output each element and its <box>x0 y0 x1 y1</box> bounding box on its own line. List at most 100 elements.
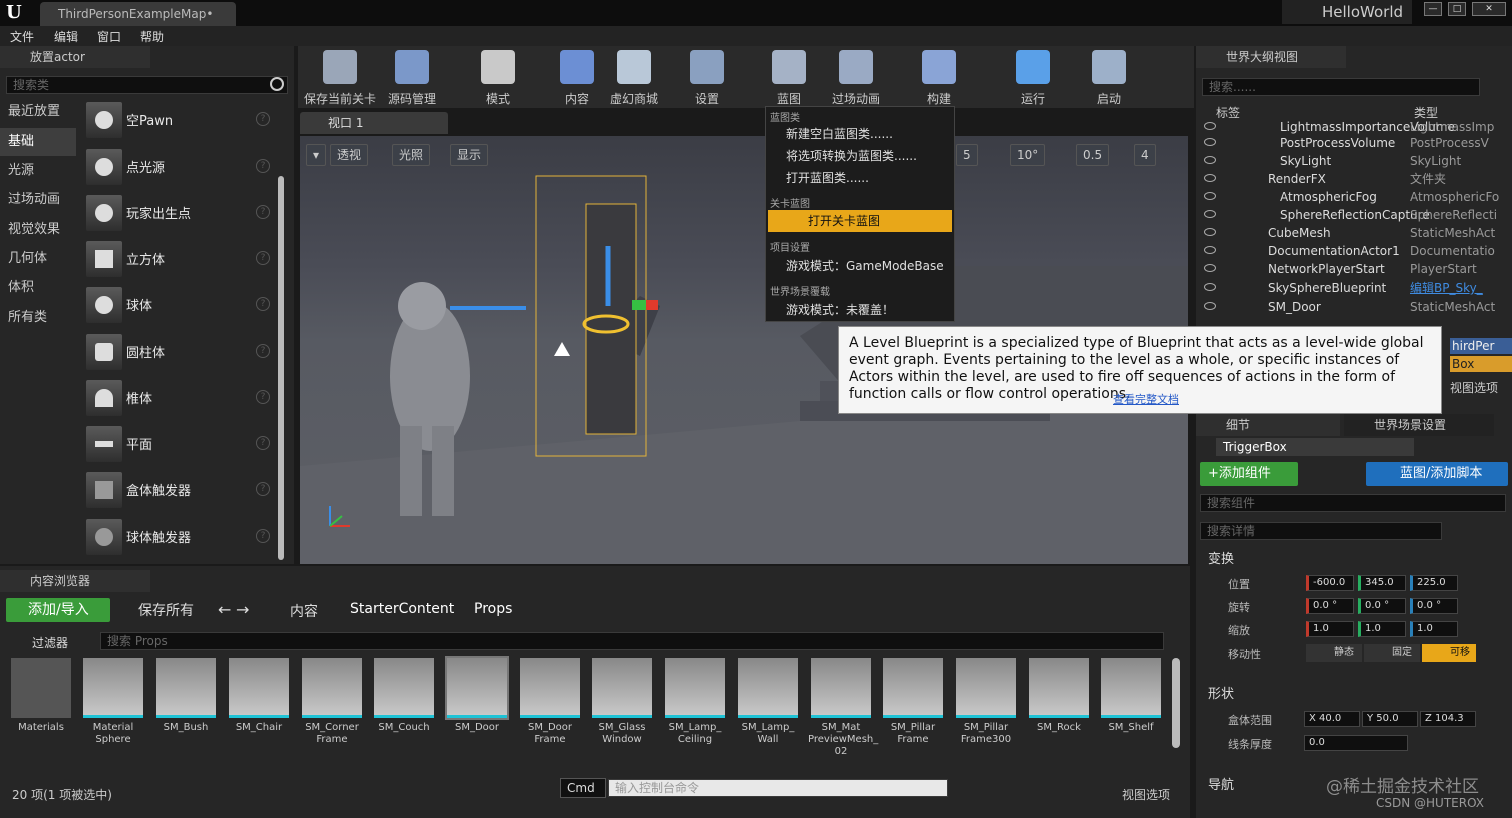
place-actor-tab[interactable]: 放置actor <box>0 46 150 68</box>
camera-speed-value[interactable]: 4 <box>1134 144 1156 166</box>
cmd-dropdown[interactable]: Cmd <box>560 778 606 798</box>
rotation-snap-value[interactable]: 10° <box>1010 144 1046 166</box>
convert-to-blueprint-item[interactable]: 将选项转换为蓝图类...... <box>768 145 952 167</box>
asset-tile-selected[interactable]: SM_Door <box>444 656 510 734</box>
cinematics-button[interactable]: 过场动画 <box>826 46 886 108</box>
mobility-movable-option[interactable]: 可移 <box>1422 644 1476 662</box>
world-outliner-tab[interactable]: 世界大纲视图 <box>1196 46 1346 68</box>
gamemode-item[interactable]: 游戏模式：GameModeBase <box>768 255 952 277</box>
menu-file[interactable]: 文件 <box>10 28 34 45</box>
lit-button[interactable]: 光照 <box>392 144 431 166</box>
viewport-tab[interactable]: 视口 1 <box>300 112 448 134</box>
actor-point-light[interactable]: 点光源? <box>82 145 278 189</box>
asset-tile[interactable]: SM_Corner Frame <box>299 658 365 746</box>
help-icon[interactable]: ? <box>256 159 270 173</box>
details-search-input[interactable]: 搜索详情 <box>1200 522 1442 540</box>
build-button[interactable]: 构建 <box>914 46 964 108</box>
category-lights[interactable]: 光源 <box>0 157 76 185</box>
world-settings-tab[interactable]: 世界场景设置 <box>1344 414 1494 436</box>
open-level-blueprint-item[interactable]: 打开关卡蓝图 <box>768 210 952 232</box>
breadcrumb-props[interactable]: Props <box>474 601 512 617</box>
launch-button[interactable]: 启动 <box>1084 46 1134 108</box>
menu-window[interactable]: 窗口 <box>97 28 121 45</box>
asset-tile[interactable]: SM_Door Frame <box>517 658 583 746</box>
grid-snap-value[interactable]: 5 <box>956 144 978 166</box>
category-cinematic[interactable]: 过场动画 <box>0 186 76 214</box>
asset-tile[interactable]: SM_Chair <box>226 658 292 734</box>
category-recent[interactable]: 最近放置 <box>0 98 76 126</box>
help-icon[interactable]: ? <box>256 390 270 404</box>
console-input[interactable]: 输入控制台命令 <box>608 779 948 797</box>
new-blank-blueprint-item[interactable]: 新建空白蓝图类...... <box>768 123 952 145</box>
outliner-row[interactable]: SphereReflectionCapture SphereReflecti <box>1196 206 1512 224</box>
actor-player-start[interactable]: 玩家出生点? <box>82 191 278 235</box>
maximize-button[interactable]: □ <box>1448 2 1466 16</box>
asset-tile[interactable]: SM_Rock <box>1026 658 1092 734</box>
open-blueprint-class-item[interactable]: 打开蓝图类...... <box>768 167 952 189</box>
content-button[interactable]: 内容 <box>552 46 602 108</box>
blueprint-add-script-button[interactable]: 蓝图/添加脚本 <box>1366 462 1508 486</box>
category-volumes[interactable]: 体积 <box>0 274 76 302</box>
help-icon[interactable]: ? <box>256 112 270 126</box>
perspective-button[interactable]: 透视 <box>330 144 369 166</box>
outliner-row[interactable]: NetworkPlayerStart PlayerStart <box>1196 260 1512 278</box>
partial-row-box[interactable]: Box <box>1450 356 1512 372</box>
asset-tile[interactable]: Materials <box>8 658 74 734</box>
rotation-z-input[interactable]: 0.0 ° <box>1410 598 1458 614</box>
help-icon[interactable]: ? <box>256 251 270 265</box>
help-icon[interactable]: ? <box>256 344 270 358</box>
asset-tile[interactable]: SM_Lamp_ Wall <box>735 658 801 746</box>
section-navigation[interactable]: 导航 <box>1208 774 1234 793</box>
scale-snap-value[interactable]: 0.5 <box>1076 144 1110 166</box>
actor-cube[interactable]: 立方体? <box>82 237 278 281</box>
actor-cone[interactable]: 椎体? <box>82 376 278 420</box>
category-geometry[interactable]: 几何体 <box>0 245 76 273</box>
component-search-input[interactable]: 搜索组件 <box>1200 494 1506 512</box>
actor-sphere[interactable]: 球体? <box>82 283 278 327</box>
asset-tile[interactable]: Material Sphere <box>80 658 146 746</box>
actor-plane[interactable]: 平面? <box>82 422 278 466</box>
asset-tile[interactable]: SM_Couch <box>371 658 437 734</box>
outliner-row[interactable]: CubeMesh StaticMeshAct <box>1196 224 1512 242</box>
viewport-options-button[interactable]: ▾ <box>306 144 326 166</box>
object-name-field[interactable]: TriggerBox <box>1216 438 1414 456</box>
mobility-stationary-option[interactable]: 固定 <box>1364 644 1420 662</box>
add-component-button[interactable]: +添加组件 <box>1200 462 1298 486</box>
outliner-row[interactable]: SkyLight SkyLight <box>1196 152 1512 170</box>
location-x-input[interactable]: -600.0 <box>1306 575 1354 591</box>
outliner-row[interactable]: SM_Door StaticMeshAct <box>1196 298 1512 316</box>
content-browser-tab[interactable]: 内容浏览器 <box>0 570 150 592</box>
actor-sphere-trigger[interactable]: 球体触发器? <box>82 515 278 559</box>
outliner-search-input[interactable]: 搜索...... <box>1202 78 1480 96</box>
settings-button[interactable]: 设置 <box>682 46 732 108</box>
show-button[interactable]: 显示 <box>450 144 489 166</box>
help-icon[interactable]: ? <box>256 529 270 543</box>
rotation-y-input[interactable]: 0.0 ° <box>1358 598 1406 614</box>
details-tab[interactable]: 细节 <box>1196 414 1340 436</box>
category-visual-effects[interactable]: 视觉效果 <box>0 216 76 244</box>
location-y-input[interactable]: 345.0 <box>1358 575 1406 591</box>
menu-help[interactable]: 帮助 <box>140 28 164 45</box>
extent-z-input[interactable]: Z 104.3 <box>1420 711 1476 727</box>
line-thickness-input[interactable]: 0.0 <box>1304 735 1408 751</box>
outliner-row[interactable]: PostProcessVolume PostProcessV <box>1196 134 1512 152</box>
breadcrumb-content[interactable]: 内容 <box>290 601 318 621</box>
asset-tile[interactable]: SM_Glass Window <box>589 658 655 746</box>
asset-tile[interactable]: SM_Pillar Frame300 <box>953 658 1019 746</box>
asset-tile[interactable]: SM_Shelf <box>1098 658 1164 734</box>
save-level-button[interactable]: 保存当前关卡 <box>304 46 376 108</box>
minimize-button[interactable]: — <box>1424 2 1442 16</box>
asset-tile[interactable]: SM_Mat PreviewMesh_ 02 <box>808 658 878 758</box>
category-basic[interactable]: 基础 <box>0 128 76 156</box>
source-control-button[interactable]: 源码管理 <box>382 46 442 108</box>
actor-empty-pawn[interactable]: 空Pawn? <box>82 98 278 142</box>
help-icon[interactable]: ? <box>256 297 270 311</box>
view-options-link[interactable]: 视图选项 <box>1450 379 1498 396</box>
extent-y-input[interactable]: Y 50.0 <box>1362 711 1418 727</box>
asset-tile[interactable]: SM_Pillar Frame <box>880 658 946 746</box>
mobility-static-option[interactable]: 静态 <box>1306 644 1362 662</box>
menu-edit[interactable]: 编辑 <box>54 28 78 45</box>
section-shape[interactable]: 形状 <box>1208 683 1234 702</box>
actor-box-trigger[interactable]: 盒体触发器? <box>82 468 278 512</box>
close-button[interactable]: ✕ <box>1472 2 1506 16</box>
